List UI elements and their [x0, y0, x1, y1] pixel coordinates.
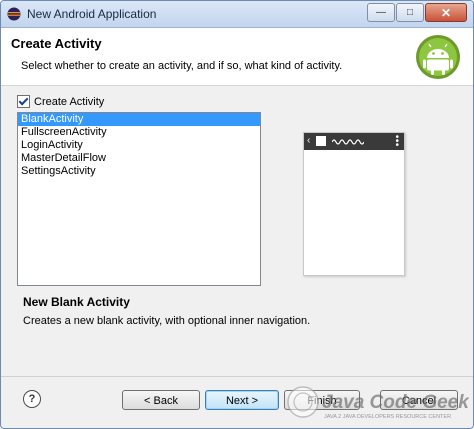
- watermark-tagline: JAVA 2 JAVA DEVELOPERS RESOURCE CENTER: [324, 414, 451, 420]
- activity-template-item[interactable]: FullscreenActivity: [18, 126, 260, 139]
- wizard-banner: Create Activity Select whether to create…: [1, 28, 473, 86]
- preview-title-squiggle-icon: [332, 139, 364, 145]
- activity-template-item[interactable]: LoginActivity: [18, 139, 260, 152]
- eclipse-icon: [7, 7, 21, 21]
- activity-preview: ‹ • • •: [303, 132, 405, 276]
- title-bar[interactable]: New Android Application — □ ✕: [1, 1, 473, 28]
- preview-action-bar: ‹ • • •: [304, 132, 404, 151]
- maximize-icon: □: [406, 7, 414, 18]
- minimize-icon: —: [376, 7, 386, 18]
- finish-button[interactable]: Finish: [284, 390, 360, 410]
- preview-back-icon: ‹: [307, 135, 311, 146]
- close-button[interactable]: ✕: [425, 3, 467, 22]
- template-description-title: New Blank Activity: [23, 295, 130, 309]
- maximize-button[interactable]: □: [396, 3, 424, 22]
- activity-template-item[interactable]: SettingsActivity: [18, 165, 260, 178]
- footer-separator: [1, 376, 473, 377]
- close-icon: ✕: [440, 5, 452, 20]
- android-robot-icon: [416, 35, 460, 79]
- help-button[interactable]: ?: [23, 390, 41, 408]
- preview-app-icon: [316, 136, 326, 146]
- create-activity-label: Create Activity: [34, 95, 105, 108]
- minimize-button[interactable]: —: [367, 3, 395, 22]
- page-subtitle: Select whether to create an activity, an…: [21, 60, 343, 72]
- template-description-text: Creates a new blank activity, with optio…: [23, 315, 311, 327]
- dialog-window: New Android Application — □ ✕ Create Act…: [0, 0, 474, 429]
- create-activity-option[interactable]: Create Activity: [17, 95, 104, 108]
- help-icon: ?: [28, 393, 36, 405]
- preview-overflow-menu-icon: • • •: [395, 132, 399, 151]
- window-controls: — □ ✕: [367, 3, 467, 22]
- create-activity-checkbox[interactable]: [17, 95, 30, 108]
- window-title: New Android Application: [27, 7, 157, 21]
- next-button[interactable]: Next >: [205, 390, 279, 410]
- activity-template-list[interactable]: BlankActivity FullscreenActivity LoginAc…: [17, 112, 261, 286]
- back-button[interactable]: < Back: [122, 390, 200, 410]
- activity-template-item[interactable]: MasterDetailFlow: [18, 152, 260, 165]
- page-title: Create Activity: [11, 36, 102, 51]
- activity-template-item[interactable]: BlankActivity: [18, 113, 260, 126]
- cancel-button[interactable]: Cancel: [380, 390, 458, 410]
